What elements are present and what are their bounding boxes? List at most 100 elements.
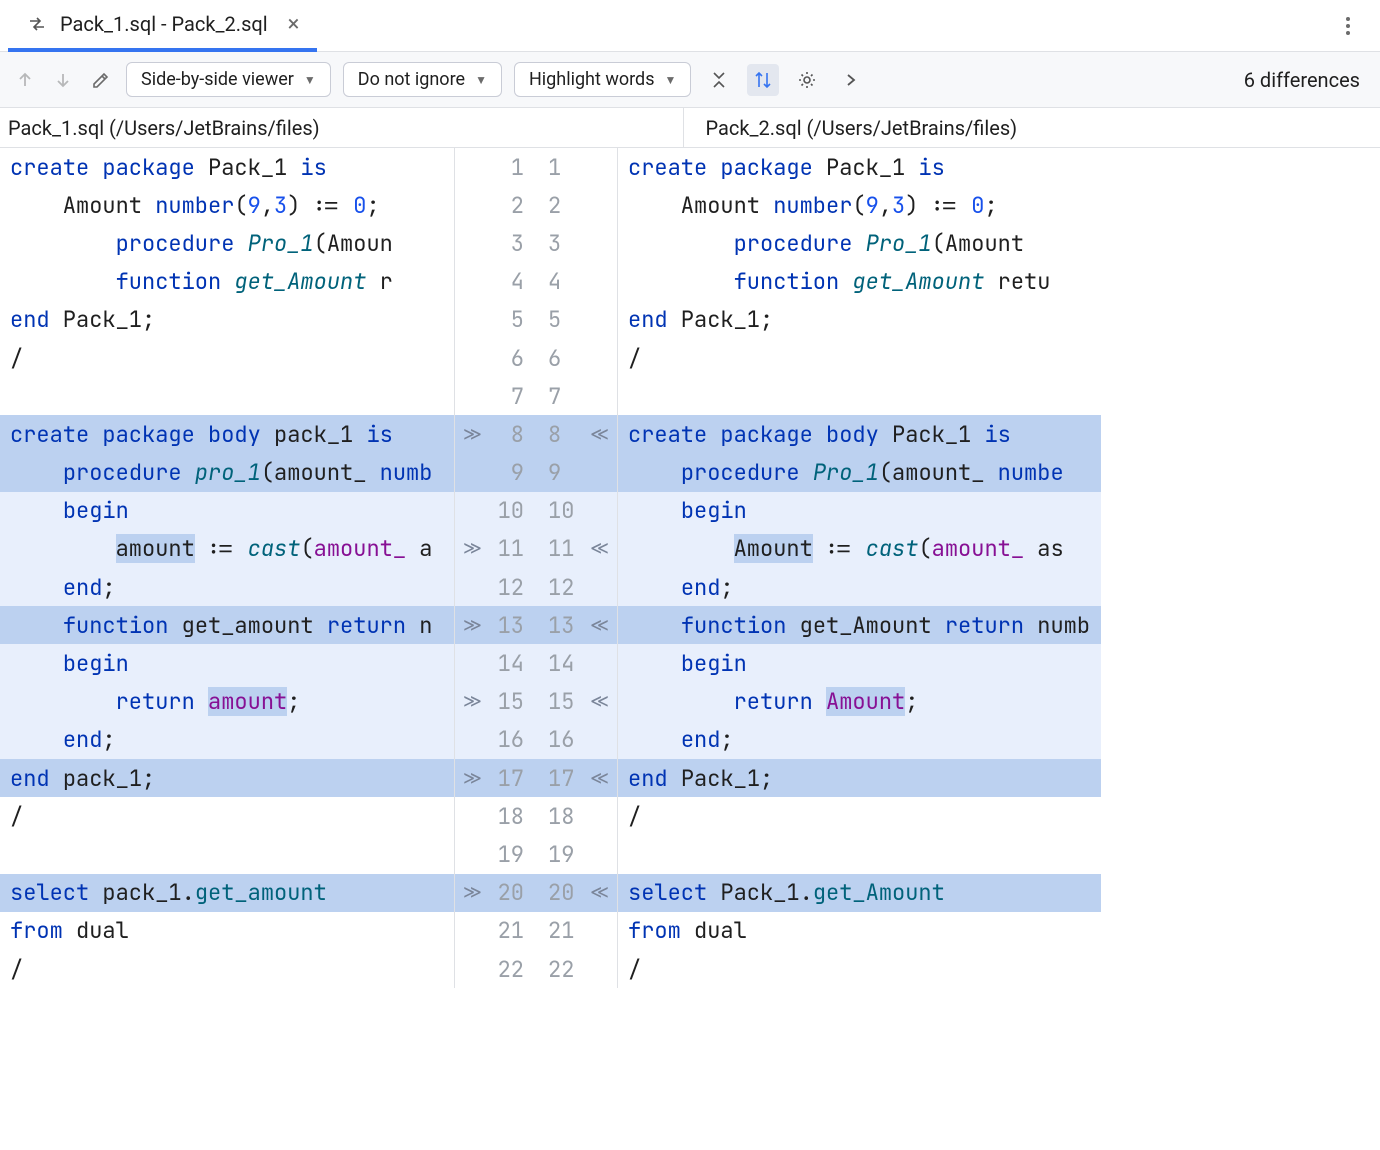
code-line[interactable]: create package Pack_1 is	[618, 148, 1101, 186]
code-line[interactable]: /	[0, 339, 454, 377]
code-line[interactable]: from dual	[0, 912, 454, 950]
gutter-line: 1	[536, 148, 617, 186]
gutter-line: 14	[536, 644, 617, 682]
gutter-line: ≪20	[536, 874, 617, 912]
gutter-line: ≫8	[455, 415, 536, 453]
code-line[interactable]	[618, 835, 1101, 873]
diff-body: create package Pack_1 is Amount number(9…	[0, 148, 1380, 988]
code-line[interactable]: end pack_1;	[0, 759, 454, 797]
gutter-line: 3	[536, 224, 617, 262]
apply-right-icon[interactable]: ≫	[463, 690, 482, 713]
ignore-mode-label: Do not ignore	[358, 69, 465, 90]
code-line[interactable]: function get_Amount return numb	[618, 606, 1101, 644]
code-line[interactable]: end;	[0, 568, 454, 606]
settings-icon[interactable]	[791, 64, 823, 96]
code-line[interactable]: begin	[0, 644, 454, 682]
edit-icon[interactable]	[88, 67, 114, 93]
apply-right-icon[interactable]: ≫	[463, 614, 482, 637]
gutter-line: 3	[455, 224, 536, 262]
expand-icon[interactable]	[835, 64, 867, 96]
collapse-unchanged-icon[interactable]	[703, 64, 735, 96]
view-mode-dropdown[interactable]: Side-by-side viewer ▼	[126, 62, 331, 97]
code-line[interactable]: select Pack_1.get_Amount	[618, 874, 1101, 912]
more-menu-icon[interactable]	[1334, 17, 1362, 35]
chevron-down-icon: ▼	[665, 73, 677, 87]
gutter-line: 22	[536, 950, 617, 988]
gutter-line: 6	[536, 339, 617, 377]
code-line[interactable]: select pack_1.get_amount	[0, 874, 454, 912]
gutter-line: ≪11	[536, 530, 617, 568]
code-line[interactable]: function get_Amount r	[0, 263, 454, 301]
code-line[interactable]: return Amount;	[618, 683, 1101, 721]
apply-left-icon[interactable]: ≪	[590, 690, 609, 713]
code-line[interactable]: create package body pack_1 is	[0, 415, 454, 453]
gutter-line: 7	[536, 377, 617, 415]
close-icon[interactable]: ×	[288, 12, 300, 37]
code-line[interactable]: end;	[618, 721, 1101, 759]
apply-right-icon[interactable]: ≫	[463, 767, 482, 790]
chevron-down-icon: ▼	[475, 73, 487, 87]
highlight-mode-dropdown[interactable]: Highlight words ▼	[514, 62, 691, 97]
prev-diff-icon[interactable]	[12, 67, 38, 93]
gutter-line: 2	[536, 186, 617, 224]
code-line[interactable]: /	[0, 950, 454, 988]
gutter-line: 1	[455, 148, 536, 186]
code-line[interactable]: end Pack_1;	[618, 759, 1101, 797]
code-line[interactable]: Amount number(9,3) := 0;	[618, 186, 1101, 224]
gutter-line: 4	[536, 263, 617, 301]
diff-tab[interactable]: Pack_1.sql - Pack_2.sql ×	[8, 0, 317, 52]
code-line[interactable]: return amount;	[0, 683, 454, 721]
code-line[interactable]: begin	[618, 492, 1101, 530]
code-line[interactable]: procedure Pro_1(Amount	[618, 224, 1101, 262]
code-line[interactable]: end;	[0, 721, 454, 759]
code-line[interactable]: end Pack_1;	[0, 301, 454, 339]
gutter-line: 2	[455, 186, 536, 224]
code-line[interactable]: function get_Amount retu	[618, 263, 1101, 301]
code-line[interactable]: Amount := cast(amount_ as	[618, 530, 1101, 568]
code-line[interactable]	[618, 377, 1101, 415]
code-line[interactable]: end Pack_1;	[618, 301, 1101, 339]
code-line[interactable]: end;	[618, 568, 1101, 606]
code-line[interactable]: /	[618, 797, 1101, 835]
code-line[interactable]: procedure pro_1(amount_ numb	[0, 454, 454, 492]
code-line[interactable]	[0, 377, 454, 415]
ignore-mode-dropdown[interactable]: Do not ignore ▼	[343, 62, 502, 97]
code-line[interactable]: /	[0, 797, 454, 835]
code-line[interactable]: Amount number(9,3) := 0;	[0, 186, 454, 224]
code-line[interactable]: procedure Pro_1(Amoun	[0, 224, 454, 262]
code-line[interactable]: amount := cast(amount_ a	[0, 530, 454, 568]
gutter-line: ≫17	[455, 759, 536, 797]
code-line[interactable]: begin	[618, 644, 1101, 682]
left-code-pane[interactable]: create package Pack_1 is Amount number(9…	[0, 148, 454, 988]
code-line[interactable]: from dual	[618, 912, 1101, 950]
gutter-line: 21	[536, 912, 617, 950]
apply-right-icon[interactable]: ≫	[463, 537, 482, 560]
code-line[interactable]: /	[618, 339, 1101, 377]
apply-right-icon[interactable]: ≫	[463, 881, 482, 904]
apply-left-icon[interactable]: ≪	[590, 423, 609, 446]
sync-scroll-icon[interactable]	[747, 64, 779, 96]
code-line[interactable]: function get_amount return n	[0, 606, 454, 644]
gutter-line: 10	[455, 492, 536, 530]
code-line[interactable]: create package body Pack_1 is	[618, 415, 1101, 453]
gutter-line: 16	[536, 721, 617, 759]
apply-right-icon[interactable]: ≫	[463, 423, 482, 446]
apply-left-icon[interactable]: ≪	[590, 767, 609, 790]
code-line[interactable]: begin	[0, 492, 454, 530]
gutter-line: ≫11	[455, 530, 536, 568]
code-line[interactable]: create package Pack_1 is	[0, 148, 454, 186]
view-mode-label: Side-by-side viewer	[141, 69, 294, 90]
code-line[interactable]: /	[618, 950, 1101, 988]
gutter-line: 19	[455, 835, 536, 873]
apply-left-icon[interactable]: ≪	[590, 881, 609, 904]
gutter-line: 19	[536, 835, 617, 873]
code-line[interactable]	[0, 835, 454, 873]
file-path-bar: Pack_1.sql (/Users/JetBrains/files) Pack…	[0, 108, 1380, 148]
code-line[interactable]: procedure Pro_1(amount_ numbe	[618, 454, 1101, 492]
apply-left-icon[interactable]: ≪	[590, 537, 609, 560]
next-diff-icon[interactable]	[50, 67, 76, 93]
right-code-pane[interactable]: create package Pack_1 is Amount number(9…	[618, 148, 1101, 988]
gutter-line: 12	[536, 568, 617, 606]
apply-left-icon[interactable]: ≪	[590, 614, 609, 637]
gutter-line: 5	[536, 301, 617, 339]
